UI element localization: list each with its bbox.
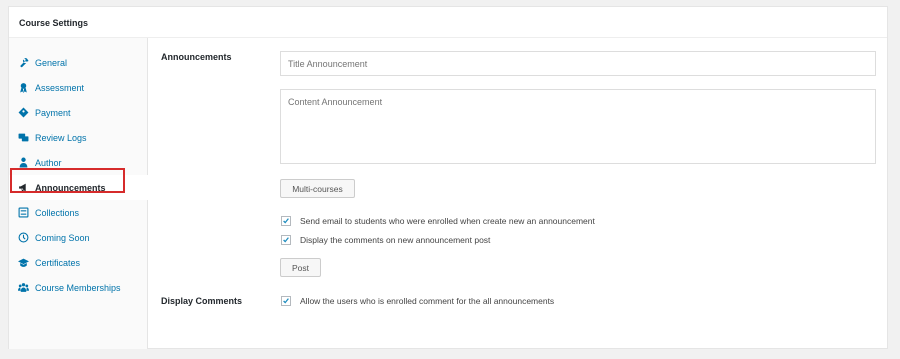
sidebar-item-certificates[interactable]: Certificates	[9, 250, 148, 275]
sidebar-item-label: Payment	[35, 107, 71, 118]
sidebar-item-label: Course Memberships	[35, 282, 121, 293]
display-comments-post-checkbox[interactable]	[281, 235, 291, 245]
announcements-content: Announcements Multi-courses Send email t…	[149, 38, 888, 349]
sidebar-item-general[interactable]: General	[9, 50, 148, 75]
content-announcement-textarea[interactable]	[280, 89, 876, 164]
sidebar-item-announcements[interactable]: Announcements	[9, 175, 149, 200]
settings-sidebar: General Assessment Payment Review Logs A…	[9, 38, 149, 349]
checkmark-icon	[283, 218, 289, 224]
megaphone-icon	[18, 182, 29, 193]
sidebar-item-label: Coming Soon	[35, 232, 90, 243]
groups-icon	[18, 282, 29, 293]
sidebar-item-label: Assessment	[35, 82, 85, 93]
logs-icon	[18, 132, 29, 143]
display-comments-label: Display Comments	[161, 296, 243, 306]
title-announcement-input[interactable]	[280, 51, 876, 76]
sidebar-item-course-memberships[interactable]: Course Memberships	[9, 275, 148, 300]
clock-icon	[18, 232, 29, 243]
sidebar-item-author[interactable]: Author	[9, 150, 148, 175]
panel-title: Course Settings	[9, 7, 887, 38]
send-email-checkbox[interactable]	[281, 216, 291, 226]
award-icon	[18, 82, 29, 93]
sidebar-item-label: Collections	[35, 207, 80, 218]
graduation-cap-icon	[18, 257, 29, 268]
tag-icon	[18, 107, 29, 118]
allow-comments-label: Allow the users who is enrolled comment …	[300, 296, 555, 306]
checkmark-icon	[283, 237, 289, 243]
sidebar-item-label: Author	[35, 157, 62, 168]
checkmark-icon	[283, 298, 289, 304]
list-icon	[18, 207, 29, 218]
sidebar-item-payment[interactable]: Payment	[9, 100, 148, 125]
sidebar-item-review-logs[interactable]: Review Logs	[9, 125, 148, 150]
sidebar-item-label: Review Logs	[35, 132, 87, 143]
send-email-option: Send email to students who were enrolled…	[281, 216, 595, 226]
sidebar-item-collections[interactable]: Collections	[9, 200, 148, 225]
allow-comments-option: Allow the users who is enrolled comment …	[281, 296, 554, 306]
allow-comments-checkbox[interactable]	[281, 296, 291, 306]
display-comments-post-option: Display the comments on new announcement…	[281, 235, 490, 245]
user-icon	[18, 157, 29, 168]
sidebar-item-label: General	[35, 57, 68, 68]
wrench-icon	[18, 57, 29, 68]
post-button[interactable]: Post	[280, 258, 321, 277]
multi-courses-button[interactable]: Multi-courses	[280, 179, 355, 198]
sidebar-item-coming-soon[interactable]: Coming Soon	[9, 225, 148, 250]
sidebar-item-label: Announcements	[35, 182, 106, 193]
sidebar-item-label: Certificates	[35, 257, 81, 268]
announcements-label: Announcements	[161, 52, 232, 62]
course-settings-panel: Course Settings General Assessment Payme…	[8, 6, 888, 349]
send-email-label: Send email to students who were enrolled…	[300, 216, 595, 226]
sidebar-item-assessment[interactable]: Assessment	[9, 75, 148, 100]
display-comments-post-label: Display the comments on new announcement…	[300, 235, 491, 245]
